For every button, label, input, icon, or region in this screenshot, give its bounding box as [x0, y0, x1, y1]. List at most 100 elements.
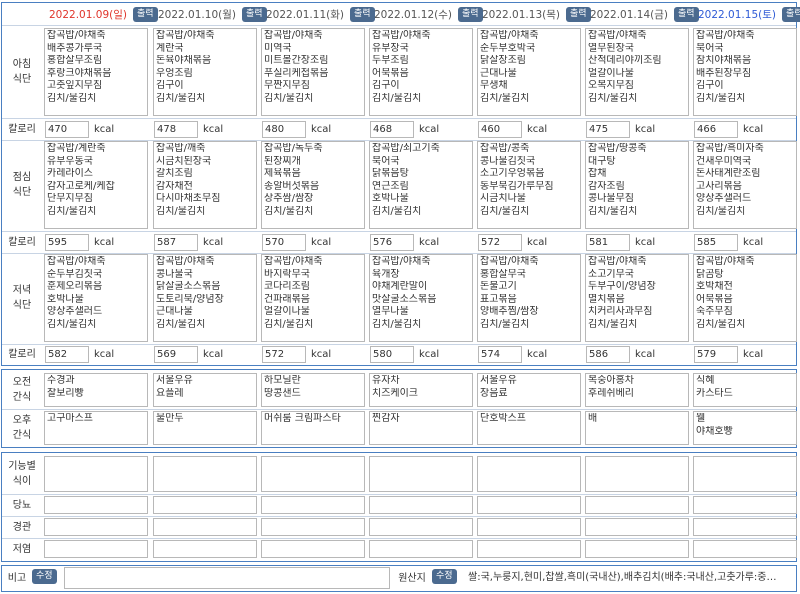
calorie-input[interactable]: 586: [586, 345, 630, 363]
low-salt-input[interactable]: [369, 540, 473, 558]
diabetes-input[interactable]: [693, 496, 797, 514]
diabetes-input[interactable]: [477, 496, 581, 514]
breakfast-menu[interactable]: 잡곡밥/야채죽 북어국 참치야채볶음 배추된장무침 김구이 김치/물김치: [693, 28, 797, 116]
tube-feeding-input[interactable]: [585, 518, 689, 536]
breakfast-menu[interactable]: 잡곡밥/야채죽 계란국 돈육야채볶음 우엉조림 김구이 김치/물김치: [153, 28, 257, 116]
row-divider: [2, 516, 796, 517]
calorie-input[interactable]: 580: [370, 345, 414, 363]
calorie-input[interactable]: 478: [154, 120, 198, 138]
pm-snack-menu[interactable]: 단호박스프: [477, 411, 581, 445]
low-salt-input[interactable]: [261, 540, 365, 558]
functional-diet-input[interactable]: [44, 456, 148, 492]
tube-feeding-input[interactable]: [693, 518, 797, 536]
lunch-menu[interactable]: 잡곡밥/녹두죽 된장찌개 제육볶음 송알버섯볶음 상추쌈/쌈장 김치/물김치: [261, 141, 365, 229]
menu-line: 소고기무국: [588, 268, 634, 280]
diabetes-input[interactable]: [369, 496, 473, 514]
dinner-menu[interactable]: 잡곡밥/야채죽 육개장 야채계란말이 맛살굴소스볶음 열무나물 김치/물김치: [369, 254, 473, 342]
lunch-menu[interactable]: 잡곡밥/깨죽 시금치된장국 갈치조림 감자채전 다시마채초무침 김치/물김치: [153, 141, 257, 229]
low-salt-input[interactable]: [153, 540, 257, 558]
functional-diet-input[interactable]: [585, 456, 689, 492]
pm-snack-menu[interactable]: 머쉬룸 크림파스타: [261, 411, 365, 445]
remarks-edit-button[interactable]: 수정: [32, 569, 60, 585]
low-salt-input[interactable]: [44, 540, 148, 558]
calorie-field: 480 kcal: [262, 120, 366, 138]
pm-snack-menu[interactable]: 고구마스프: [44, 411, 148, 445]
dinner-menu[interactable]: 잡곡밥/야채죽 바지락무국 코다리조림 건파래볶음 얼갈이나물 김치/물김치: [261, 254, 365, 342]
tube-feeding-input[interactable]: [477, 518, 581, 536]
am-snack-menu[interactable]: 복숭아홍차 후레쉬베리: [585, 373, 689, 407]
tube-feeding-input[interactable]: [44, 518, 148, 536]
calorie-input[interactable]: 468: [370, 120, 414, 138]
lunch-menu[interactable]: 잡곡밥/흑미자죽 건새우미역국 돈사태계란조림 고사리볶음 양상추샐러드 김치/물김치: [693, 141, 797, 229]
calorie-input[interactable]: 470: [45, 120, 89, 138]
pm-snack-menu[interactable]: 물만두: [153, 411, 257, 445]
calorie-input[interactable]: 587: [154, 233, 198, 251]
calorie-input[interactable]: 576: [370, 233, 414, 251]
dinner-menu[interactable]: 잡곡밥/야채죽 소고기무국 두부구이/양념장 멸치볶음 치커리사과무침 김치/물김치: [585, 254, 689, 342]
breakfast-menu[interactable]: 잡곡밥/야채죽 유부장국 두부조림 어묵볶음 김구이 김치/물김치: [369, 28, 473, 116]
lunch-menu[interactable]: 잡곡밥/쇠고기죽 북어국 닭볶음탕 연근조림 호박나물 김치/물김치: [369, 141, 473, 229]
diabetes-input[interactable]: [261, 496, 365, 514]
print-button[interactable]: 출력: [781, 6, 800, 22]
calorie-input[interactable]: 460: [478, 120, 522, 138]
calorie-input[interactable]: 475: [586, 120, 630, 138]
breakfast-menu[interactable]: 잡곡밥/야채죽 열무된장국 산적데리야끼조림 얼갈이나물 오복지무침 김치/물김치: [585, 28, 689, 116]
breakfast-menu[interactable]: 잡곡밥/야채죽 미역국 미트볼간장조림 푸실리케첩볶음 무짠지무침 김치/물김치: [261, 28, 365, 116]
menu-line: 근대나물: [156, 306, 193, 317]
calorie-input[interactable]: 574: [478, 345, 522, 363]
lunch-menu[interactable]: 잡곡밥/계란죽 유부우동국 카레라이스 감자고로케/케찹 단무지무침 김치/물김치: [44, 141, 148, 229]
am-snack-menu[interactable]: 수경과 찰보리빵: [44, 373, 148, 407]
am-snack-menu[interactable]: 식혜 카스타드: [693, 373, 797, 407]
calorie-input[interactable]: 572: [262, 345, 306, 363]
low-salt-input[interactable]: [477, 540, 581, 558]
am-snack-menu[interactable]: 서울우유 요플레: [153, 373, 257, 407]
lunch-menu[interactable]: 잡곡밥/콩죽 콩나물김칫국 소고기우엉볶음 동부묵김가루무침 시금치나물 김치/물김치: [477, 141, 581, 229]
diabetes-input[interactable]: [44, 496, 148, 514]
lunch-menu[interactable]: 잡곡밥/땅콩죽 대구탕 잡채 감자조림 콩나물무침 김치/물김치: [585, 141, 689, 229]
calorie-input[interactable]: 595: [45, 233, 89, 251]
tube-feeding-input[interactable]: [261, 518, 365, 536]
calorie-input[interactable]: 466: [694, 120, 738, 138]
low-salt-input[interactable]: [693, 540, 797, 558]
tube-feeding-input[interactable]: [153, 518, 257, 536]
am-snack-label: 오전 간식: [12, 377, 32, 403]
calorie-input[interactable]: 582: [45, 345, 89, 363]
menu-line: 수경과: [47, 375, 75, 386]
functional-diet-input[interactable]: [153, 456, 257, 492]
calorie-input[interactable]: 579: [694, 345, 738, 363]
breakfast-menu[interactable]: 잡곡밥/야채죽 순두부호박국 닭살장조림 근대나물 무생채 김치/물김치: [477, 28, 581, 116]
menu-line: 잡곡밥/야채죽: [156, 30, 215, 41]
dinner-menu[interactable]: 잡곡밥/야채죽 순두부김칫국 훈제오리볶음 호박나물 양상추샐러드 김치/물김치: [44, 254, 148, 342]
pm-snack-menu[interactable]: 웰 야채호빵: [693, 411, 797, 445]
am-snack-menu[interactable]: 유자차 치즈케이크: [369, 373, 473, 407]
dinner-menu[interactable]: 잡곡밥/야채죽 홍합살무국 돈불고기 표고볶음 양배추찜/쌈장 김치/물김치: [477, 254, 581, 342]
diabetes-input[interactable]: [153, 496, 257, 514]
pm-snack-menu[interactable]: 찐감자: [369, 411, 473, 445]
menu-line: 육개장: [372, 268, 400, 280]
day-date: 2022.01.12(수): [374, 8, 452, 21]
menu-line: 콩나물무침: [588, 193, 634, 204]
breakfast-menu[interactable]: 잡곡밥/야채죽 배추콩가루국 홍합살무조림 후랑크야채볶음 고춧잎지무침 김치/물김치: [44, 28, 148, 116]
calorie-input[interactable]: 581: [586, 233, 630, 251]
calorie-input[interactable]: 572: [478, 233, 522, 251]
functional-diet-input[interactable]: [261, 456, 365, 492]
dinner-menu[interactable]: 잡곡밥/야채죽 콩나물국 닭살굴소스볶음 도토리묵/양념장 근대나물 김치/물김치: [153, 254, 257, 342]
functional-diet-input[interactable]: [369, 456, 473, 492]
pm-snack-menu[interactable]: 배: [585, 411, 689, 445]
functional-diet-input[interactable]: [693, 456, 797, 492]
low-salt-input[interactable]: [585, 540, 689, 558]
menu-line: 두부구이/양념장: [588, 281, 656, 292]
diabetes-input[interactable]: [585, 496, 689, 514]
tube-feeding-input[interactable]: [369, 518, 473, 536]
dinner-menu[interactable]: 잡곡밥/야채죽 닭곰탕 호박채전 어묵볶음 숙주무침 김치/물김치: [693, 254, 797, 342]
functional-diet-input[interactable]: [477, 456, 581, 492]
origin-edit-button[interactable]: 수정: [432, 569, 460, 585]
calorie-input[interactable]: 569: [154, 345, 198, 363]
am-snack-menu[interactable]: 서울우유 장음료: [477, 373, 581, 407]
calorie-input[interactable]: 585: [694, 233, 738, 251]
menu-line: 고춧잎지무침: [47, 80, 103, 91]
am-snack-menu[interactable]: 하모닐란 땅콩샌드: [261, 373, 365, 407]
calorie-input[interactable]: 480: [262, 120, 306, 138]
calorie-input[interactable]: 570: [262, 233, 306, 251]
remarks-input[interactable]: [64, 567, 390, 589]
